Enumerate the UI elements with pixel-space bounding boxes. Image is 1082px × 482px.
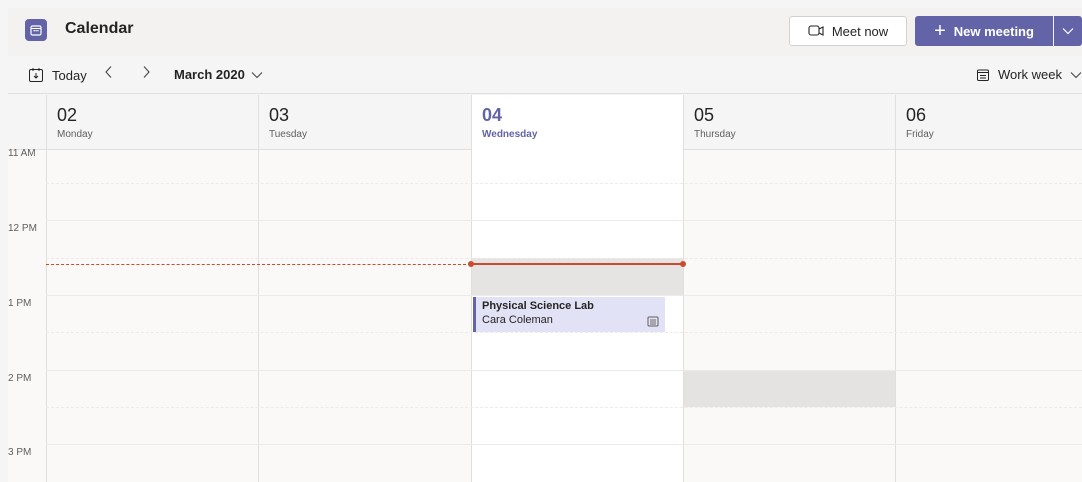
hour-line	[46, 295, 1082, 296]
calendar-grid: 11 AM 12 PM 1 PM 2 PM 3 PM Physical Scie…	[8, 148, 1082, 482]
day-header-wednesday[interactable]: 04 Wednesday	[471, 95, 683, 150]
month-picker[interactable]: March 2020	[174, 67, 263, 82]
view-switcher[interactable]: Work week	[976, 67, 1082, 82]
calendar-toolbar: Today March 2020 Work week	[8, 58, 1082, 94]
view-label: Work week	[997, 67, 1062, 82]
current-time-dot	[468, 261, 474, 267]
time-label: 1 PM	[8, 298, 32, 309]
time-label: 2 PM	[8, 373, 32, 384]
event-title: Physical Science Lab	[482, 300, 594, 312]
calendar-today-icon	[29, 68, 43, 82]
teams-calendar: Calendar Meet now + New meeting Today Ma…	[0, 0, 1082, 482]
day-column-monday[interactable]	[46, 150, 258, 482]
day-header-friday[interactable]: 06 Friday	[895, 95, 1082, 150]
chevron-down-icon	[251, 71, 263, 78]
new-meeting-options-button[interactable]	[1054, 16, 1082, 46]
calendar-view-icon	[976, 69, 989, 81]
hour-line	[46, 444, 1082, 445]
day-column-tuesday[interactable]	[258, 150, 471, 482]
day-name: Wednesday	[482, 129, 538, 140]
day-name: Thursday	[694, 129, 736, 140]
new-meeting-button[interactable]: + New meeting	[915, 16, 1053, 46]
busy-block	[683, 370, 895, 407]
current-time-line-today	[471, 263, 683, 265]
time-label: 11 AM	[8, 148, 36, 159]
time-label: 3 PM	[8, 447, 32, 458]
chevron-right-icon	[143, 66, 150, 78]
meet-now-label: Meet now	[831, 23, 889, 39]
day-header-thursday[interactable]: 05 Thursday	[683, 95, 895, 150]
day-header-monday[interactable]: 02 Monday	[46, 95, 258, 150]
calendar-app-icon	[25, 19, 47, 41]
next-week-button[interactable]	[141, 65, 151, 83]
event-card[interactable]: Physical Science Lab Cara Coleman	[473, 297, 665, 332]
day-name: Monday	[57, 129, 93, 140]
calendar-icon	[30, 25, 42, 36]
hour-line	[46, 370, 1082, 371]
day-name: Tuesday	[269, 129, 307, 140]
current-time-dot	[680, 261, 686, 267]
half-hour-line	[46, 332, 1082, 333]
plus-icon: +	[934, 20, 946, 42]
page-title: Calendar	[65, 20, 134, 37]
chevron-left-icon	[105, 66, 112, 78]
time-label: 12 PM	[8, 223, 37, 234]
day-column-thursday[interactable]	[683, 150, 895, 482]
day-header-row: 02 Monday 03 Tuesday 04 Wednesday 05 Thu…	[8, 95, 1082, 150]
half-hour-line	[46, 258, 1082, 259]
video-camera-icon	[808, 25, 824, 36]
meet-now-button[interactable]: Meet now	[789, 16, 907, 46]
today-label: Today	[52, 67, 87, 83]
event-organizer: Cara Coleman	[482, 314, 553, 326]
hour-line	[46, 220, 1082, 221]
month-label: March 2020	[174, 67, 245, 82]
day-number: 05	[694, 105, 715, 125]
chevron-down-icon	[1070, 71, 1082, 78]
day-number: 06	[906, 105, 927, 125]
previous-week-button[interactable]	[104, 65, 114, 83]
chevron-down-icon	[1062, 28, 1074, 35]
day-header-tuesday[interactable]: 03 Tuesday	[258, 95, 471, 150]
day-name: Friday	[906, 129, 934, 140]
notes-icon	[647, 316, 659, 327]
new-meeting-label: New meeting	[953, 23, 1034, 39]
day-column-friday[interactable]	[895, 150, 1082, 482]
half-hour-line	[46, 407, 1082, 408]
today-button[interactable]: Today	[28, 67, 87, 83]
half-hour-line	[46, 183, 1082, 184]
day-number: 04	[482, 105, 503, 125]
calendar-header: Calendar Meet now + New meeting	[8, 8, 1082, 56]
day-number: 03	[269, 105, 290, 125]
current-time-line	[46, 264, 471, 265]
day-number: 02	[57, 105, 78, 125]
